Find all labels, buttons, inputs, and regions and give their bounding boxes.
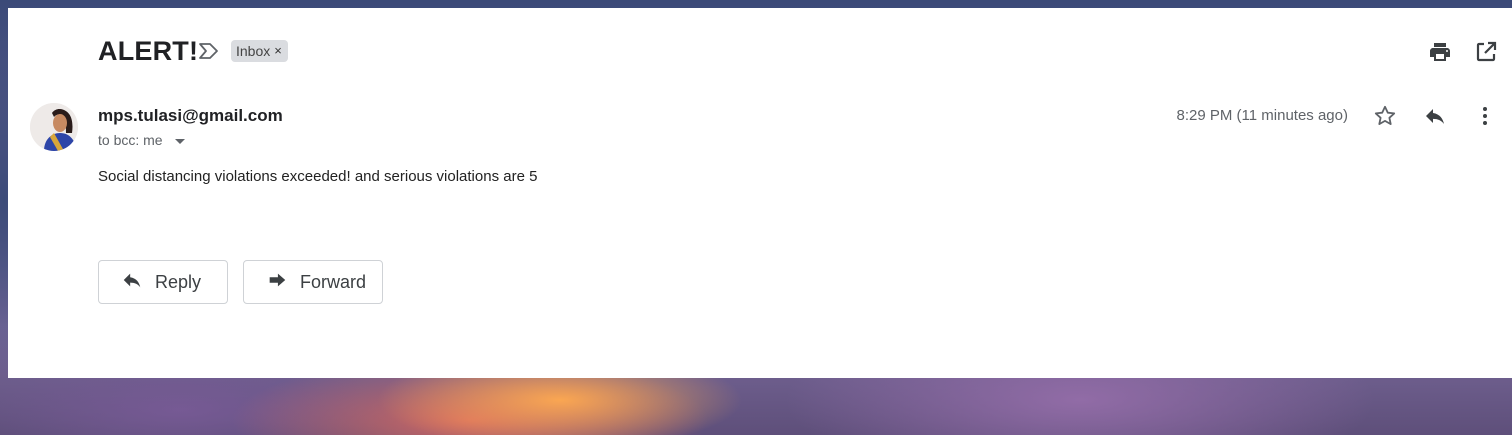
print-icon[interactable] xyxy=(1428,40,1452,64)
reply-icon xyxy=(121,269,143,296)
chevron-down-icon[interactable] xyxy=(174,138,185,144)
forward-icon xyxy=(266,269,288,296)
inbox-label-chip[interactable]: Inbox × xyxy=(231,40,288,62)
open-in-new-window-icon[interactable] xyxy=(1474,40,1498,64)
forward-button-label: Forward xyxy=(300,271,367,292)
label-importance-icon[interactable] xyxy=(198,41,220,61)
email-body: Social distancing violations exceeded! a… xyxy=(98,168,538,185)
forward-button[interactable]: Forward xyxy=(243,260,383,304)
reply-button-label: Reply xyxy=(155,271,202,292)
reply-icon[interactable] xyxy=(1423,104,1447,128)
sender-email[interactable]: mps.tulasi@gmail.com xyxy=(98,106,283,126)
email-view-panel: ALERT! Inbox × mps.tulasi@gmail.com to b… xyxy=(8,8,1512,378)
email-subject: ALERT! xyxy=(98,36,199,66)
recipients-line[interactable]: to bcc: me xyxy=(98,132,185,148)
inbox-label-text: Inbox xyxy=(236,43,271,59)
more-vert-icon[interactable] xyxy=(1473,104,1497,128)
sender-avatar[interactable] xyxy=(30,103,78,151)
star-icon[interactable] xyxy=(1373,104,1397,128)
recipients-text: to bcc: me xyxy=(98,132,163,148)
email-timestamp: 8:29 PM (11 minutes ago) xyxy=(1176,107,1348,124)
remove-label-button[interactable]: × xyxy=(274,40,282,62)
reply-button[interactable]: Reply xyxy=(98,260,228,304)
